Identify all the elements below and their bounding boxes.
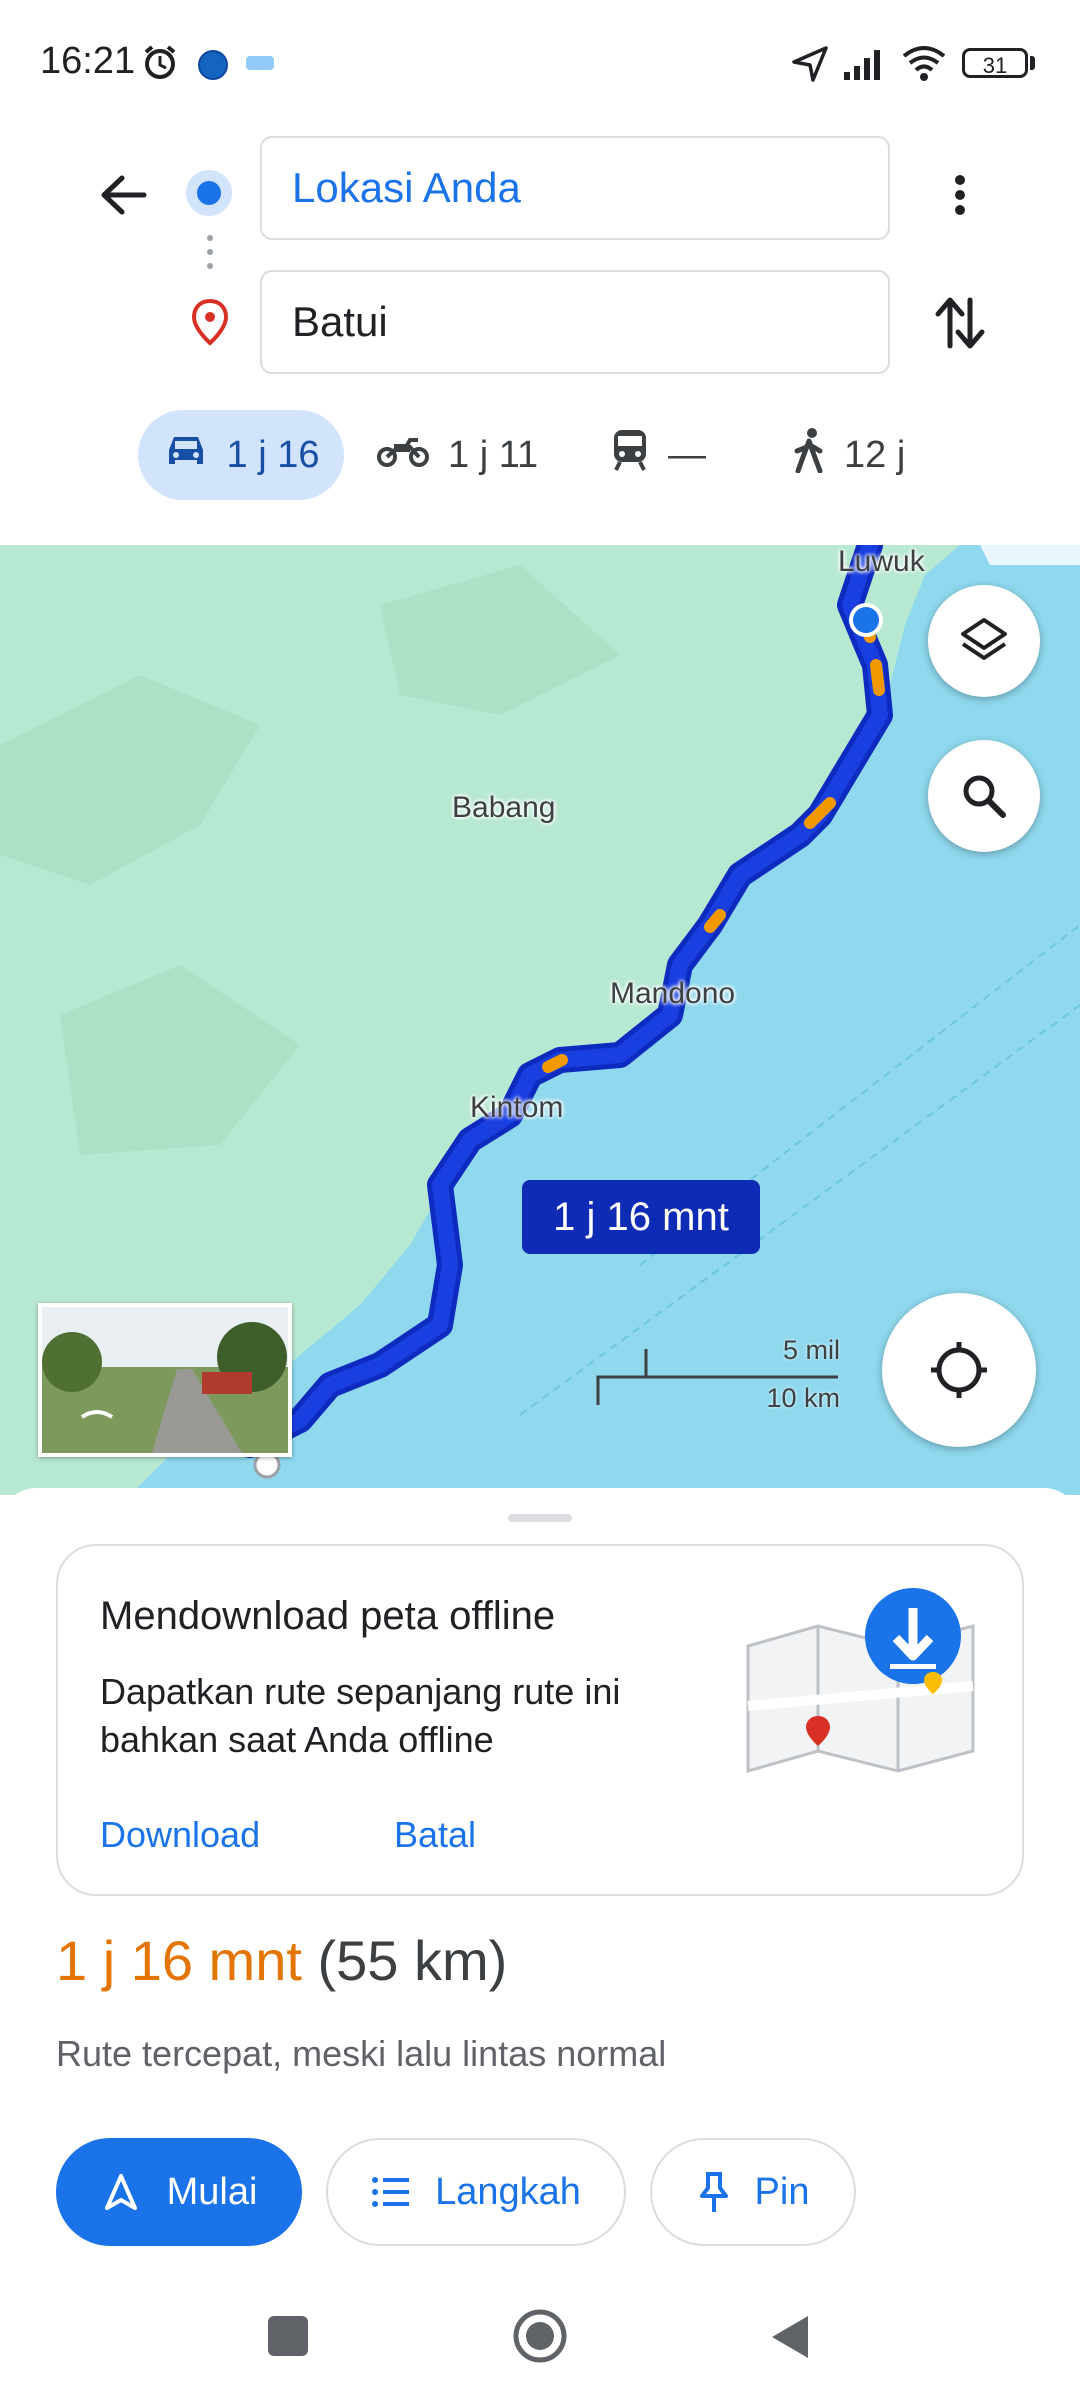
- bottom-sheet: Mendownload peta offline Dapatkan rute s…: [0, 1488, 1080, 2400]
- app-notification-icon: [198, 50, 228, 80]
- pin-icon: [699, 2172, 728, 2212]
- search-along-route-button[interactable]: [928, 740, 1040, 852]
- route-duration-callout-text: 1 j 16 mnt: [553, 1194, 729, 1239]
- mode-walking-tab[interactable]: 12 j: [792, 410, 905, 500]
- layers-button[interactable]: [928, 585, 1040, 697]
- start-navigation-label: Mulai: [166, 2170, 258, 2213]
- drag-handle[interactable]: [508, 1514, 572, 1522]
- mode-driving-label: 1 j 16: [226, 433, 320, 476]
- navigation-arrow-icon: [104, 2174, 137, 2210]
- status-time: 16:21: [40, 40, 136, 82]
- mode-driving-tab[interactable]: 1 j 16: [138, 410, 344, 500]
- walk-icon: [792, 427, 844, 483]
- swap-directions-button[interactable]: [930, 288, 990, 358]
- map-label-mandono: Mandono: [610, 977, 736, 1010]
- status-bar: 16:21 31: [0, 0, 1080, 130]
- offline-map-card: Mendownload peta offline Dapatkan rute s…: [56, 1544, 1024, 1896]
- route-dots-icon: [207, 234, 213, 279]
- layers-icon: [961, 618, 1007, 660]
- alarm-icon: [140, 42, 180, 87]
- origin-dot-icon: [186, 170, 232, 216]
- map-label-kintom: Kintom: [470, 1091, 564, 1124]
- battery-icon: 31: [962, 48, 1028, 78]
- destination-pin-icon: [190, 298, 230, 351]
- origin-input[interactable]: Lokasi Anda: [260, 136, 890, 240]
- mode-transit-tab[interactable]: —: [610, 410, 706, 500]
- crosshair-icon: [931, 1342, 987, 1398]
- back-button[interactable]: [88, 160, 158, 230]
- map-label-babang: Babang: [452, 791, 556, 824]
- offline-download-button[interactable]: Download: [100, 1814, 260, 1856]
- steps-label: Langkah: [435, 2170, 581, 2213]
- start-navigation-button[interactable]: Mulai: [56, 2138, 302, 2246]
- car-icon: [163, 430, 227, 480]
- destination-input-value: Batui: [292, 298, 388, 345]
- origin-input-value: Lokasi Anda: [292, 164, 521, 211]
- route-summary: 1 j 16 mnt (55 km): [56, 1928, 507, 1993]
- offline-cancel-button[interactable]: Batal: [394, 1814, 476, 1856]
- battery-level: 31: [982, 53, 1008, 78]
- list-icon: [372, 2177, 410, 2207]
- offline-card-body: Dapatkan rute sepanjang rute ini bahkan …: [100, 1671, 621, 1760]
- mode-motorcycle-label: 1 j 11: [448, 433, 539, 476]
- motorcycle-icon: [376, 430, 448, 480]
- home-button[interactable]: [512, 2308, 568, 2364]
- location-arrow-icon: [790, 44, 830, 89]
- route-description: Rute tercepat, meski lalu lintas normal: [56, 2033, 667, 2074]
- transit-icon: [610, 428, 668, 482]
- offline-map-illustration-icon: [746, 1588, 975, 1773]
- map-scale: 5 mil 10 km: [596, 1335, 840, 1435]
- mode-walking-label: 12 j: [844, 433, 906, 476]
- signal-icon: [842, 46, 886, 87]
- offline-card-title: Mendownload peta offline: [100, 1594, 556, 1638]
- directions-header: Lokasi Anda Batui 1 j 16 1 j 11 — 12 j: [0, 130, 1080, 545]
- search-icon: [963, 775, 1006, 818]
- battery-tip-icon: [1030, 56, 1035, 70]
- route-duration-callout[interactable]: 1 j 16 mnt: [522, 1180, 760, 1254]
- my-location-button[interactable]: [882, 1293, 1036, 1447]
- recents-button[interactable]: [268, 2316, 308, 2356]
- pin-label: Pin: [754, 2170, 810, 2213]
- mode-transit-label: —: [668, 433, 706, 476]
- map-view[interactable]: Luwuk Babang Mandono Kintom 1 j 16 mnt 5…: [0, 545, 1080, 1495]
- route-duration: 1 j 16 mnt: [56, 1929, 302, 1992]
- scale-bar-icon: [596, 1349, 838, 1405]
- pin-button[interactable]: Pin: [650, 2138, 856, 2246]
- street-view-thumbnail[interactable]: [38, 1303, 292, 1457]
- wifi-icon: [900, 44, 948, 87]
- mode-motorcycle-tab[interactable]: 1 j 11: [376, 410, 538, 500]
- app-notification-icon: [246, 56, 274, 70]
- more-options-button[interactable]: [930, 160, 990, 230]
- map-label-luwuk: Luwuk: [838, 545, 925, 578]
- steps-button[interactable]: Langkah: [326, 2138, 626, 2246]
- route-distance: (55 km): [317, 1929, 508, 1992]
- destination-input[interactable]: Batui: [260, 270, 890, 374]
- back-nav-button[interactable]: [768, 2314, 812, 2360]
